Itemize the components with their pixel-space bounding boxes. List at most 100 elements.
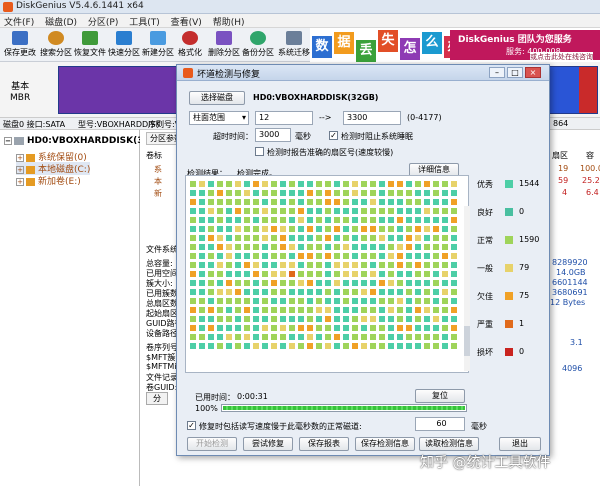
exit-button[interactable]: 退出	[499, 437, 541, 451]
menu-view[interactable]: 查看(V)	[167, 14, 206, 29]
select-disk-button[interactable]: 选择磁盘	[189, 91, 245, 105]
try-repair-button[interactable]: 尝试修复	[243, 437, 293, 451]
range-mode-select[interactable]: 柱面范围 ▾	[189, 111, 249, 125]
sector-cell	[307, 280, 313, 286]
expand-icon[interactable]: +	[16, 165, 24, 174]
sector-cell	[226, 280, 232, 286]
range-from-input[interactable]: 12	[255, 111, 313, 125]
sector-cell	[280, 199, 286, 205]
start-scan-button[interactable]: 开始检测	[187, 437, 237, 451]
block-sleep-checkbox[interactable]: ✓	[329, 131, 338, 140]
system-migration-button[interactable]: 系统迁移	[276, 30, 312, 60]
sector-cell	[424, 316, 430, 322]
sector-cell	[442, 190, 448, 196]
sector-cell	[370, 298, 376, 304]
prop-value: 4096	[562, 364, 583, 373]
analyze-button[interactable]: 分	[146, 392, 168, 405]
expand-icon[interactable]: +	[16, 177, 24, 186]
sector-cell	[235, 316, 241, 322]
menu-tools[interactable]: 工具(T)	[125, 14, 164, 29]
sector-cell	[325, 307, 331, 313]
sector-cell	[244, 280, 250, 286]
legend-swatch	[505, 236, 513, 244]
repair-include-checkbox[interactable]: ✓	[187, 421, 196, 430]
table-row[interactable]: 新	[154, 188, 162, 199]
partition-segment-system[interactable]	[59, 67, 179, 113]
menu-help[interactable]: 帮助(H)	[209, 14, 249, 29]
sector-cell	[451, 325, 457, 331]
sector-cell	[352, 289, 358, 295]
table-row[interactable]: 本	[154, 176, 162, 187]
close-icon[interactable]: ×	[525, 67, 541, 78]
sector-cell	[352, 262, 358, 268]
sector-cell	[226, 208, 232, 214]
table-row[interactable]: 系	[154, 164, 162, 175]
sector-cell	[217, 280, 223, 286]
sector-cell	[388, 316, 394, 322]
collapse-icon[interactable]: −	[4, 136, 12, 145]
sector-cell	[217, 235, 223, 241]
sector-cell	[370, 334, 376, 340]
sector-cell	[451, 244, 457, 250]
tree-item-e[interactable]: + 新加卷(E:)	[16, 174, 81, 187]
sector-cell	[226, 199, 232, 205]
sector-cell	[397, 226, 403, 232]
timeout-input[interactable]: 3000	[255, 128, 291, 142]
sector-cell	[190, 334, 196, 340]
sector-cell	[316, 316, 322, 322]
load-scan-info-button[interactable]: 读取检测信息	[419, 437, 479, 451]
sector-cell	[217, 217, 223, 223]
sector-cell	[352, 271, 358, 277]
sector-cell	[397, 343, 403, 349]
sector-cell	[325, 280, 331, 286]
chevron-down-icon: ▾	[241, 113, 246, 122]
sector-cell	[307, 334, 313, 340]
sector-cell	[217, 334, 223, 340]
save-report-button[interactable]: 保存报表	[299, 437, 349, 451]
sector-cell	[343, 289, 349, 295]
sector-cell	[451, 289, 457, 295]
menu-partition[interactable]: 分区(P)	[84, 14, 122, 29]
sector-cell	[424, 271, 430, 277]
dialog-icon	[183, 68, 193, 78]
sector-cell	[442, 280, 448, 286]
partition-segment-e[interactable]	[579, 67, 597, 113]
menu-file[interactable]: 文件(F)	[0, 14, 38, 29]
sector-cell	[388, 289, 394, 295]
sector-cell	[352, 325, 358, 331]
expand-icon[interactable]: +	[16, 153, 24, 162]
prop-value: 12 Bytes	[550, 298, 586, 307]
search-icon	[48, 31, 64, 45]
save-scan-info-button[interactable]: 保存检测信息	[355, 437, 415, 451]
reset-button[interactable]: 复位	[415, 389, 465, 403]
sector-cell	[253, 289, 259, 295]
sector-cell	[451, 271, 457, 277]
sector-cell	[244, 316, 250, 322]
sector-cell	[199, 271, 205, 277]
legend-item: 损坏	[477, 347, 493, 358]
sector-cell	[316, 307, 322, 313]
sector-cell	[289, 181, 295, 187]
sector-cell	[433, 262, 439, 268]
report-sector-checkbox[interactable]	[255, 147, 264, 156]
sector-cell	[316, 244, 322, 250]
maximize-icon[interactable]: □	[507, 67, 523, 78]
sector-cell	[271, 253, 277, 259]
repair-ms-input[interactable]: 60	[415, 417, 465, 431]
sector-cell	[397, 280, 403, 286]
legend-swatch	[505, 348, 513, 356]
menu-disk[interactable]: 磁盘(D)	[41, 14, 81, 29]
sector-cell	[433, 289, 439, 295]
sector-cell	[415, 253, 421, 259]
sector-cell	[334, 181, 340, 187]
sector-map-scrollbar[interactable]	[464, 206, 470, 371]
sector-cell	[226, 334, 232, 340]
minimize-icon[interactable]: –	[489, 67, 505, 78]
sector-cell	[343, 235, 349, 241]
sector-cell	[388, 280, 394, 286]
range-to-input[interactable]: 3300	[343, 111, 401, 125]
scrollbar-thumb[interactable]	[464, 326, 470, 356]
sector-cell	[316, 235, 322, 241]
app-icon	[3, 2, 13, 12]
sector-cell	[244, 235, 250, 241]
